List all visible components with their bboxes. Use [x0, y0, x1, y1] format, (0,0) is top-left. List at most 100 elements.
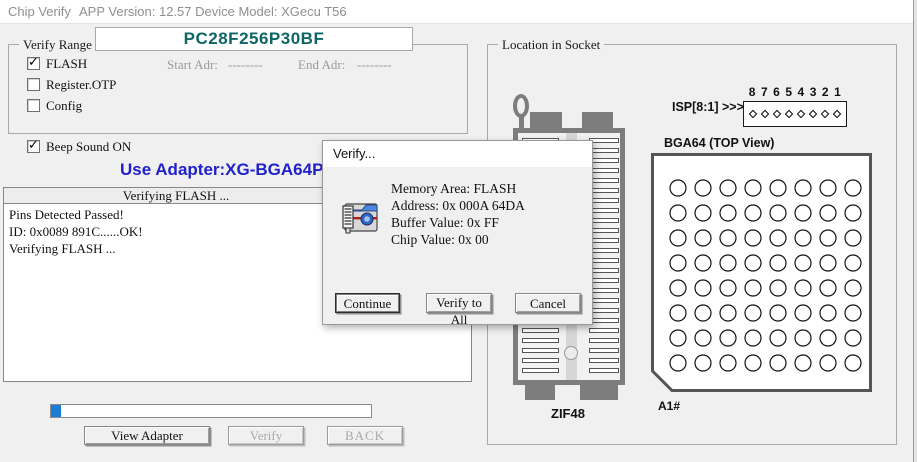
- zif-pin-slot: [589, 338, 619, 343]
- bga-ball: [845, 230, 861, 246]
- bga-ball: [770, 330, 786, 346]
- start-adr-label: Start Adr:: [167, 57, 218, 73]
- bga-ball: [695, 205, 711, 221]
- zif-pin-slot: [589, 188, 619, 193]
- continue-button[interactable]: Continue: [335, 293, 400, 313]
- bga-ball: [720, 280, 736, 296]
- bga-ball: [845, 180, 861, 196]
- zif-pin-slot: [589, 358, 619, 363]
- register-otp-checkbox[interactable]: ✓: [27, 78, 40, 91]
- socket-top-tab: [530, 112, 562, 129]
- zif-pin-slot: [589, 288, 619, 293]
- bga-ball: [770, 305, 786, 321]
- isp-pin-icon: [749, 110, 757, 118]
- bga-ball: [745, 280, 761, 296]
- zif-pin-slot: [589, 298, 619, 303]
- bga-ball: [695, 280, 711, 296]
- end-adr-label: End Adr:: [298, 57, 345, 73]
- view-adapter-button[interactable]: View Adapter: [84, 426, 210, 445]
- zif-pin-slot: [522, 368, 559, 373]
- zif-pin-slot: [589, 198, 619, 203]
- back-button[interactable]: BACK: [327, 426, 403, 445]
- isp-pin-icon: [821, 110, 829, 118]
- bga64-top-view-label: BGA64 (TOP View): [664, 136, 774, 150]
- isp-pin-number: 4: [795, 85, 807, 99]
- verify-button[interactable]: Verify: [228, 426, 304, 445]
- bga-ball: [770, 255, 786, 271]
- bga-ball: [845, 305, 861, 321]
- app-version-text: APP Version: 12.57 Device Model: XGecu T…: [79, 4, 347, 19]
- bga-ball: [795, 205, 811, 221]
- config-checkbox-label: Config: [46, 98, 82, 114]
- window-title: Chip Verify: [8, 4, 71, 19]
- isp-pin-number: 5: [783, 85, 795, 99]
- isp-pin-icon: [833, 110, 841, 118]
- bga-ball: [845, 355, 861, 371]
- isp-pin-numbers: 8 7 6 5 4 3 2 1: [746, 85, 844, 99]
- zif-pin-slot: [589, 318, 619, 323]
- isp-pin-number: 7: [758, 85, 770, 99]
- bga-ball: [695, 255, 711, 271]
- bga-ball: [820, 355, 836, 371]
- isp-pin-number: 6: [770, 85, 782, 99]
- zif-pin-slot: [589, 238, 619, 243]
- checkmark-icon: ✓: [28, 138, 39, 153]
- bga-ball: [720, 355, 736, 371]
- bga-ball: [695, 330, 711, 346]
- bga-ball: [745, 355, 761, 371]
- zif-pin-slot: [522, 348, 559, 353]
- memory-area-line: Memory Area: FLASH: [391, 180, 525, 197]
- bga-ball: [745, 255, 761, 271]
- zif-pin-slot: [589, 208, 619, 213]
- config-checkbox[interactable]: ✓: [27, 99, 40, 112]
- verify-dialog-titlebar[interactable]: Verify...: [323, 141, 592, 167]
- bga-ball: [695, 355, 711, 371]
- register-otp-checkbox-label: Register.OTP: [46, 77, 116, 93]
- verify-dialog-info: Memory Area: FLASH Address: 0x 000A 64DA…: [391, 180, 525, 248]
- zif-pin-slot: [589, 368, 619, 373]
- verify-dialog: Verify... Memory Area: FLASH Address: 0x…: [322, 140, 593, 325]
- programmer-icon: [341, 197, 379, 235]
- isp-pin-number: 1: [831, 85, 843, 99]
- bga-ball: [670, 230, 686, 246]
- zif-pin-slot: [589, 158, 619, 163]
- chip-value-line: Chip Value: 0x 00: [391, 231, 525, 248]
- bga-ball: [670, 355, 686, 371]
- bga-ball: [720, 205, 736, 221]
- socket-center-circle: [564, 346, 578, 360]
- progress-bar: [50, 404, 372, 418]
- bga-ball: [745, 230, 761, 246]
- isp-pin-icon: [809, 110, 817, 118]
- bga-ball: [795, 305, 811, 321]
- flash-checkbox-label: FLASH: [46, 56, 87, 72]
- beep-sound-checkbox[interactable]: ✓: [27, 140, 40, 153]
- bga-ball: [695, 230, 711, 246]
- zif-pin-slot: [589, 148, 619, 153]
- flash-checkbox[interactable]: ✓: [27, 57, 40, 70]
- bga-ball: [770, 205, 786, 221]
- bga-ball: [845, 255, 861, 271]
- bga-ball: [695, 180, 711, 196]
- cancel-button[interactable]: Cancel: [515, 293, 581, 313]
- zif-right-slots: [589, 138, 619, 373]
- a1-pin-label: A1#: [658, 399, 680, 413]
- background-window-edge: [913, 0, 917, 462]
- verify-to-all-button[interactable]: Verify to All: [426, 293, 492, 313]
- bga-ball: [795, 355, 811, 371]
- isp-pin-icon: [761, 110, 769, 118]
- isp-pin-number: 2: [819, 85, 831, 99]
- zif-pin-slot: [589, 178, 619, 183]
- bga-ball: [770, 230, 786, 246]
- zif-pin-slot: [589, 258, 619, 263]
- isp-label: ISP[8:1] >>>: [672, 100, 744, 114]
- isp-pin-icon: [785, 110, 793, 118]
- bga-ball: [795, 330, 811, 346]
- bga-ball: [745, 205, 761, 221]
- zif-pin-slot: [589, 228, 619, 233]
- window-titlebar: Chip Verify APP Version: 12.57 Device Mo…: [0, 0, 917, 24]
- socket-bottom-tab: [580, 385, 618, 400]
- socket-top-tab: [582, 112, 613, 129]
- bga-ball: [720, 230, 736, 246]
- bga-ball: [770, 280, 786, 296]
- bga-ball: [670, 280, 686, 296]
